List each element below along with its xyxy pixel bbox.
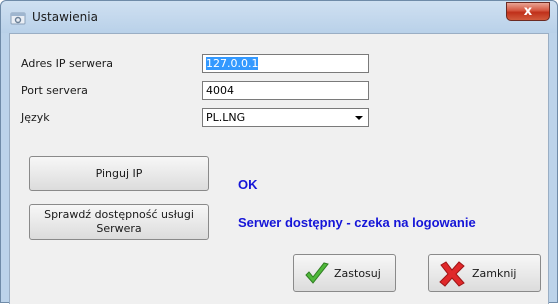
- ping-status: OK: [238, 177, 258, 192]
- port-input[interactable]: 4004: [202, 81, 369, 100]
- window-close-button[interactable]: x: [506, 2, 550, 21]
- port-label: Port servera: [21, 84, 88, 97]
- check-service-button[interactable]: Sprawdź dostępność usługi Serwera: [29, 204, 209, 240]
- language-select[interactable]: PL.LNG: [202, 108, 369, 127]
- close-button[interactable]: Zamknij: [428, 254, 541, 292]
- ip-input[interactable]: 127.0.0.1: [202, 54, 369, 73]
- service-status: Serwer dostępny - czeka na logowanie: [238, 215, 476, 230]
- window-title: Ustawienia: [32, 10, 98, 24]
- title-bar[interactable]: Ustawienia x: [1, 1, 557, 33]
- settings-window: Ustawienia x Adres IP serwera 127.0.0.1 …: [0, 0, 558, 304]
- dialog-body: Adres IP serwera 127.0.0.1 Port servera …: [9, 33, 549, 304]
- green-checkmark-icon: [305, 262, 329, 284]
- settings-icon: [10, 12, 26, 25]
- language-label: Język: [21, 111, 50, 124]
- red-x-icon: [439, 261, 465, 287]
- close-icon: x: [523, 4, 533, 19]
- ip-label: Adres IP serwera: [21, 57, 114, 70]
- apply-button[interactable]: Zastosuj: [293, 254, 396, 292]
- ping-button[interactable]: Pinguj IP: [29, 156, 209, 191]
- chevron-down-icon: [355, 116, 363, 120]
